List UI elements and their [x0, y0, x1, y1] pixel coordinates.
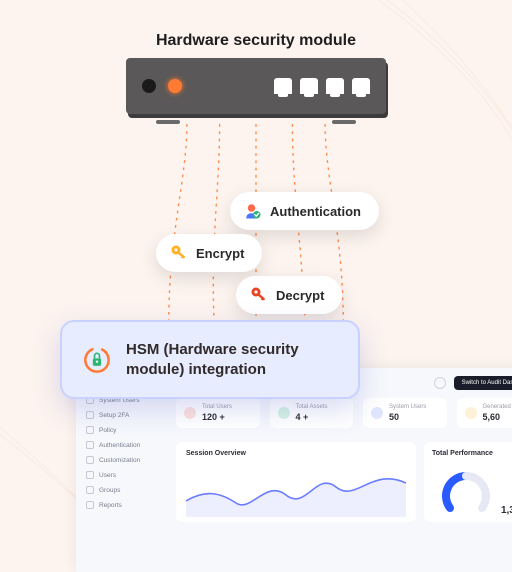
pill-authentication: Authentication [230, 192, 379, 230]
gauge-icon [442, 468, 490, 516]
pill-label: Decrypt [276, 288, 324, 303]
pill-label: Authentication [270, 204, 361, 219]
pill-decrypt: Decrypt [236, 276, 342, 314]
stat-value: 5,60 [483, 412, 511, 422]
sidebar-item-policy[interactable]: Policy [86, 426, 166, 434]
sidebar-item-label: Customization [99, 457, 140, 464]
session-overview-chart[interactable]: Session Overview [176, 442, 416, 522]
stat-icon [184, 407, 196, 419]
stat-label: System Users [389, 404, 426, 410]
device-foot-icon [332, 120, 356, 124]
device-lights [142, 79, 182, 93]
pill-label: Encrypt [196, 246, 244, 261]
ethernet-port-icon [274, 78, 292, 94]
performance-value: 1,375 [501, 505, 512, 516]
led-power-icon [142, 79, 156, 93]
dashboard-topbar: Switch to Audit Dashboard [434, 376, 512, 390]
stat-total-users[interactable]: Total Users 120 + [176, 398, 260, 428]
hsm-lock-icon [82, 345, 112, 375]
card-title: Total Performance [432, 450, 512, 457]
stat-icon [465, 407, 477, 419]
group-icon [86, 486, 94, 494]
policy-icon [86, 426, 94, 434]
key-icon [250, 286, 268, 304]
hsm-integration-card[interactable]: HSM (Hardware security module) integrati… [60, 320, 360, 399]
stat-icon [278, 407, 290, 419]
chart-title: Session Overview [186, 450, 406, 457]
dashboard-sidebar: System Users Setup 2FA Policy Authentica… [86, 396, 166, 509]
sidebar-item-groups[interactable]: Groups [86, 486, 166, 494]
pill-encrypt: Encrypt [156, 234, 262, 272]
search-icon[interactable] [434, 377, 446, 389]
stat-value: 4 + [296, 412, 328, 422]
device-body [126, 58, 386, 114]
device-ports [274, 78, 370, 94]
stats-row: Total Users 120 + Total Assets 4 + Syste… [176, 398, 512, 428]
sidebar-item-customization[interactable]: Customization [86, 456, 166, 464]
ethernet-port-icon [352, 78, 370, 94]
lock-icon [86, 441, 94, 449]
stat-icon [371, 407, 383, 419]
stat-total-assets[interactable]: Total Assets 4 + [270, 398, 354, 428]
led-status-icon [168, 79, 182, 93]
diagram-title: Hardware security module [0, 32, 512, 50]
report-icon [86, 501, 94, 509]
stat-system-users[interactable]: System Users 50 [363, 398, 447, 428]
total-performance-card[interactable]: Total Performance 1,375 [424, 442, 512, 522]
hsm-card-text: HSM (Hardware security module) integrati… [126, 340, 338, 379]
key-icon [170, 244, 188, 262]
user-icon [86, 471, 94, 479]
sidebar-item-reports[interactable]: Reports [86, 501, 166, 509]
device-foot-icon [156, 120, 180, 124]
user-auth-icon [244, 202, 262, 220]
stat-generated[interactable]: Generated 5,60 [457, 398, 512, 428]
switch-dashboard-button[interactable]: Switch to Audit Dashboard [454, 376, 512, 390]
sidebar-item-label: Groups [99, 487, 120, 494]
stat-value: 120 + [202, 412, 232, 422]
sidebar-item-users[interactable]: Users [86, 471, 166, 479]
ethernet-port-icon [300, 78, 318, 94]
sliders-icon [86, 456, 94, 464]
stat-label: Generated [483, 404, 511, 410]
line-chart-icon [186, 461, 406, 517]
stat-label: Total Users [202, 404, 232, 410]
sidebar-item-authentication[interactable]: Authentication [86, 441, 166, 449]
sidebar-item-label: Users [99, 472, 116, 479]
device-feet [126, 120, 386, 124]
stat-value: 50 [389, 412, 426, 422]
shield-icon [86, 411, 94, 419]
sidebar-item-label: Authentication [99, 442, 140, 449]
sidebar-item-label: Setup 2FA [99, 412, 129, 419]
ethernet-port-icon [326, 78, 344, 94]
sidebar-item-label: Reports [99, 502, 122, 509]
hsm-device [126, 58, 386, 124]
stat-label: Total Assets [296, 404, 328, 410]
sidebar-item-label: Policy [99, 427, 116, 434]
sidebar-item-setup-2fa[interactable]: Setup 2FA [86, 411, 166, 419]
